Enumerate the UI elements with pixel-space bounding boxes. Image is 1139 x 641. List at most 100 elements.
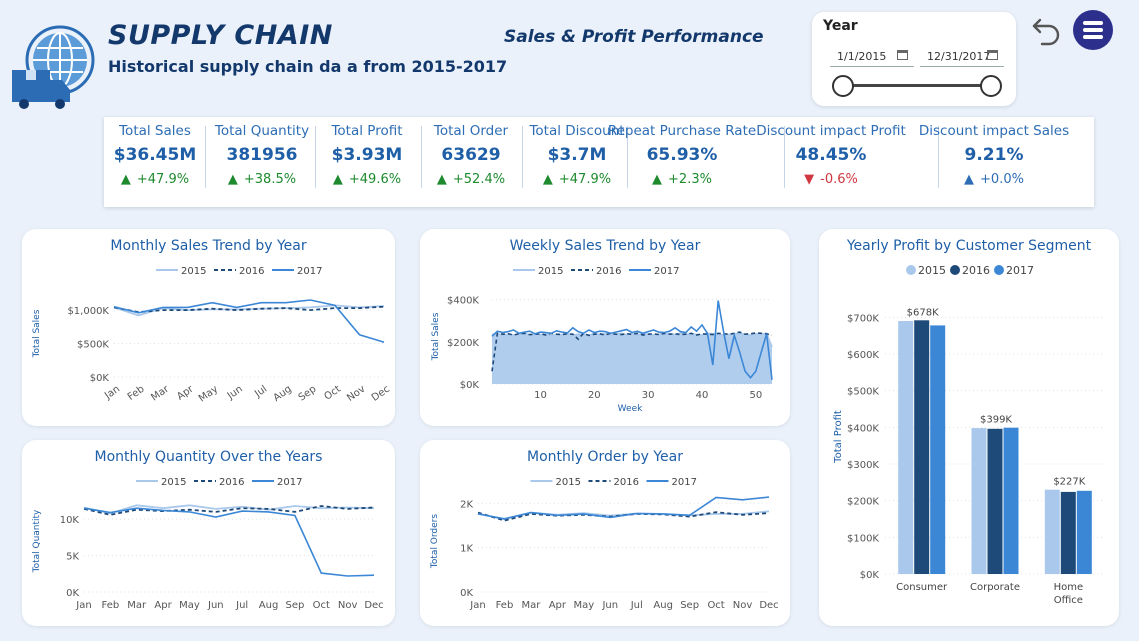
bar-2015-consumer [898, 321, 914, 574]
legend-label: 2016 [239, 266, 264, 277]
bar-2016-home-office [1060, 491, 1076, 574]
bar-2015-home-office [1044, 489, 1060, 574]
page-subtitle: Historical supply chain da a from 2015-2… [108, 57, 508, 76]
back-arrow-icon[interactable] [1030, 14, 1062, 46]
x-tick-label: Sep [285, 600, 304, 611]
triangle-up-icon: ▲ [227, 172, 238, 187]
x-tick-label: Oct [322, 384, 343, 403]
range-end-handle[interactable] [980, 75, 1002, 97]
triangle-up-icon: ▲ [120, 172, 131, 187]
kpi-card: Discount impact Profit 48.45% ▼ -0.6% [751, 123, 911, 201]
x-tick-label: Mar [127, 600, 147, 611]
legend-label: 2017 [654, 266, 679, 277]
kpi-delta-value: +2.3% [668, 172, 712, 187]
y-tick-label: $700K [847, 313, 879, 324]
kpi-delta: ▲ +0.0% [914, 172, 1074, 187]
x-tick-label: 20 [588, 390, 601, 401]
legend-swatch [906, 265, 916, 275]
x-axis-label: Week [618, 404, 643, 414]
triangle-up-icon: ▲ [332, 172, 343, 187]
x-tick-label: Nov [338, 600, 358, 611]
date-range-track[interactable] [843, 84, 991, 87]
x-tick-label: Nov [345, 384, 367, 404]
x-tick-label: Jun [225, 384, 245, 403]
menu-button[interactable] [1073, 10, 1113, 50]
y-tick-label: $0K [460, 380, 480, 391]
legend-label: 2016 [962, 264, 990, 277]
kpi-label: Discount impact Sales [918, 123, 1070, 139]
end-date-input[interactable]: 12/31/2017 [920, 45, 1004, 67]
x-tick-label: May [573, 600, 594, 611]
x-tick-label: Jul [630, 600, 643, 611]
hamburger-icon [1083, 28, 1103, 32]
x-tick-label: Jul [235, 600, 248, 611]
bar-2015-corporate [971, 428, 987, 574]
y-tick-label: $500K [847, 387, 879, 398]
triangle-up-icon: ▲ [436, 172, 447, 187]
legend-swatch [950, 265, 960, 275]
y-tick-label: $400K [847, 423, 879, 434]
x-tick-label: Jun [601, 600, 618, 611]
y-tick-label: $1,000K [67, 306, 109, 317]
page-title: SUPPLY CHAIN [108, 20, 333, 51]
start-date-input[interactable]: 1/1/2015 [830, 45, 914, 67]
legend-label: 2015 [556, 477, 581, 488]
slicer-title: Year [823, 18, 858, 34]
monthly-sales-card: Monthly Sales Trend by Year 2015 2016 2017… [22, 229, 395, 426]
kpi-strip: Total Sales $36.45M ▲ +47.9% Total Quantity 3… [104, 117, 1094, 207]
y-tick-label: 0K [66, 588, 79, 599]
y-axis-label: Total Orders [430, 514, 440, 569]
end-date-value: 12/31/2017 [927, 50, 991, 63]
legend-label: 2016 [614, 477, 639, 488]
series-line-2015 [113, 304, 385, 317]
x-tick-label: Feb [496, 600, 514, 611]
triangle-down-icon: ▼ [804, 172, 815, 187]
profit-segment-chart: 2015 2016 2017 $0K $100K $200K $300K $400K $500K… [833, 264, 1105, 606]
kpi-delta: ▲ +2.3% [602, 172, 762, 187]
x-tick-label: May [197, 384, 220, 405]
kpi-delta-value: -0.6% [820, 172, 858, 187]
range-start-handle[interactable] [832, 75, 854, 97]
x-tick-label: Jan [102, 384, 122, 402]
monthly-order-card: Monthly Order by Year 2015 2016 2017 0K 1K 2K… [420, 440, 790, 626]
x-tick-label: Jan [469, 600, 485, 611]
y-tick-label: 2K [460, 499, 473, 510]
x-tick-label: Sep [680, 600, 699, 611]
series-line-2017 [83, 507, 375, 577]
x-tick-label: 30 [642, 390, 655, 401]
y-tick-label: $200K [447, 338, 479, 349]
bar-2016-corporate [987, 428, 1003, 574]
y-tick-label: $0K [90, 373, 110, 384]
data-label: $399K [980, 415, 1012, 426]
x-tick-label: Aug [653, 600, 673, 611]
legend-label: 2016 [596, 266, 621, 277]
x-tick-label: Oct [313, 600, 330, 611]
calendar-icon[interactable] [987, 50, 998, 60]
x-tick-label: Feb [102, 600, 120, 611]
kpi-label: Repeat Purchase Rate [607, 123, 757, 139]
x-tick-label: Nov [733, 600, 753, 611]
x-tick-label: Apr [549, 600, 567, 611]
start-date-value: 1/1/2015 [837, 50, 887, 63]
monthly-quantity-card: Monthly Quantity Over the Years 2015 2016… [22, 440, 395, 626]
x-tick-label: Corporate [970, 582, 1020, 593]
legend-label: 2015 [538, 266, 563, 277]
hamburger-icon [1083, 21, 1103, 25]
x-tick-label: Dec [370, 384, 392, 404]
x-tick-label: Jan [75, 600, 91, 611]
legend-label: 2016 [219, 477, 244, 488]
x-tick-label: Sep [297, 384, 319, 404]
x-tick-label: Aug [272, 384, 294, 404]
x-tick-label: Home [1054, 582, 1084, 593]
bar-2017-home-office [1076, 490, 1092, 574]
x-tick-label: Office [1054, 595, 1083, 606]
calendar-icon[interactable] [897, 50, 908, 60]
y-axis-label: Total Quantity [32, 509, 42, 573]
x-tick-label: Dec [364, 600, 383, 611]
y-tick-label: $400K [447, 296, 479, 307]
monthly-sales-chart: 2015 2016 2017 $0K $500K $1,000K Total Sales Ja… [32, 266, 392, 405]
report-title: Sales & Profit Performance [504, 27, 764, 47]
kpi-value: 48.45% [795, 145, 867, 165]
legend-label: 2017 [1006, 264, 1034, 277]
legend-label: 2015 [918, 264, 946, 277]
